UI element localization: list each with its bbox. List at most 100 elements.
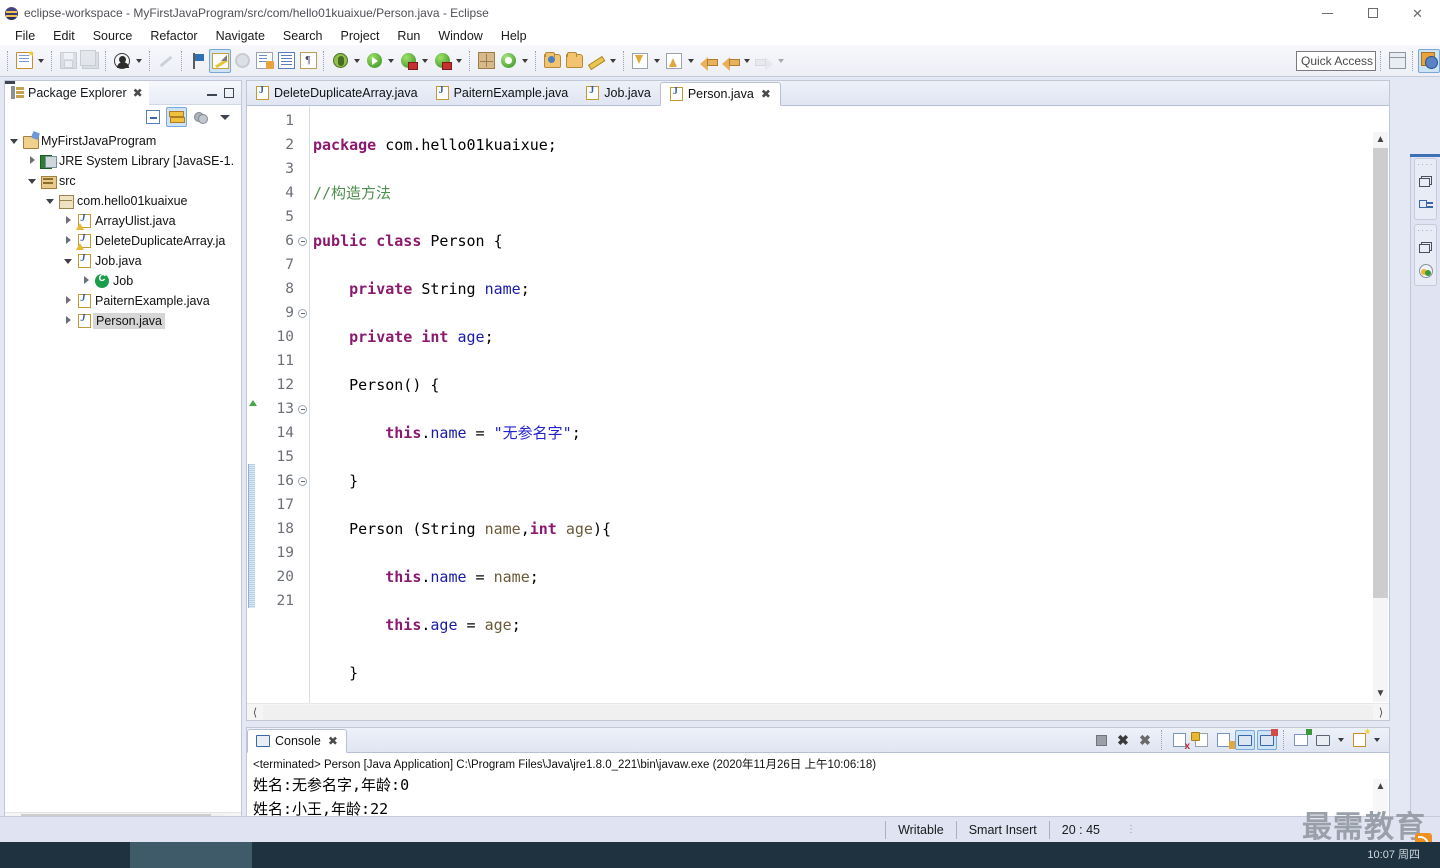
source-code[interactable]: package com.hello01kuaixue; //构造方法 publi…: [309, 109, 1389, 720]
tree-item-deleteduplicatearray[interactable]: DeleteDuplicateArray.ja: [5, 231, 241, 251]
terminate-button[interactable]: [1091, 730, 1111, 750]
external-tools-dropdown[interactable]: [607, 49, 619, 73]
tree-item-package[interactable]: com.hello01kuaixue: [5, 191, 241, 211]
quick-access-input[interactable]: Quick Access: [1296, 50, 1376, 71]
drag-handle[interactable]: ····: [1415, 227, 1436, 235]
fold-toggle-line-16[interactable]: [296, 469, 309, 493]
save-button[interactable]: [57, 49, 79, 73]
menu-project[interactable]: Project: [332, 27, 389, 45]
previous-edit-button[interactable]: [697, 49, 719, 73]
code-line-10[interactable]: this.name = name;: [313, 565, 1389, 589]
person-dropdown[interactable]: [133, 49, 145, 73]
code-line-1[interactable]: package com.hello01kuaixue;: [313, 133, 1389, 157]
code-line-7[interactable]: this.name = "无参名字";: [313, 421, 1389, 445]
tree-item-jre-library[interactable]: JRE System Library [JavaSE-1.: [5, 151, 241, 171]
debug-button[interactable]: [329, 49, 351, 73]
run-button[interactable]: [363, 49, 385, 73]
show-console-on-output-button[interactable]: [1235, 730, 1255, 750]
menu-source[interactable]: Source: [84, 27, 142, 45]
back-dropdown[interactable]: [741, 49, 753, 73]
display-console-dropdown[interactable]: [1335, 728, 1347, 752]
minimize-view-icon[interactable]: [207, 88, 217, 98]
tree-item-person-java[interactable]: Person.java: [5, 311, 241, 331]
tab-package-explorer[interactable]: Package Explorer ✖: [5, 80, 149, 105]
new-java-package-button[interactable]: [475, 49, 497, 73]
fold-toggle-line-13[interactable]: [296, 397, 309, 421]
code-line-12[interactable]: }: [313, 661, 1389, 685]
run-history-dropdown[interactable]: [419, 49, 431, 73]
tab-paiternexample-java[interactable]: PaiternExample.java: [427, 81, 578, 105]
show-console-on-error-button[interactable]: [1257, 730, 1277, 750]
debug-dropdown[interactable]: [351, 49, 363, 73]
folding-ruler[interactable]: [296, 106, 309, 720]
twisty-down-icon[interactable]: [7, 136, 21, 147]
person-icon-button[interactable]: [111, 49, 133, 73]
close-icon[interactable]: ✖: [133, 86, 143, 100]
open-console-button[interactable]: [1349, 730, 1369, 750]
java-perspective-button[interactable]: [1418, 48, 1440, 73]
menu-file[interactable]: File: [6, 27, 44, 45]
twisty-down-icon[interactable]: [61, 256, 75, 267]
twisty-right-icon[interactable]: [79, 275, 93, 287]
code-area[interactable]: package com.hello01kuaixue; //构造方法 publi…: [309, 106, 1389, 720]
scroll-left-icon[interactable]: ⟨: [247, 706, 263, 719]
coverage-dropdown[interactable]: [453, 49, 465, 73]
clear-console-button[interactable]: [1169, 730, 1189, 750]
maximize-button[interactable]: [1350, 0, 1395, 26]
palette-view-button[interactable]: [1415, 259, 1436, 283]
scroll-right-icon[interactable]: ⟩: [1373, 706, 1389, 719]
annotation-ruler[interactable]: [247, 106, 262, 720]
tree-item-src[interactable]: src: [5, 171, 241, 191]
scroll-lock-button[interactable]: [1191, 730, 1211, 750]
restore-view-button[interactable]: [1415, 169, 1436, 193]
new-wizard-dropdown[interactable]: [35, 49, 47, 73]
display-selected-console-button[interactable]: [1313, 730, 1333, 750]
twisty-right-icon[interactable]: [61, 315, 75, 327]
code-line-9[interactable]: Person (String name,int age){: [313, 517, 1389, 541]
link-with-editor-button[interactable]: [166, 107, 187, 127]
scroll-up-icon[interactable]: ▲: [1373, 132, 1388, 148]
import-button[interactable]: [629, 49, 651, 73]
twisty-right-icon[interactable]: [61, 235, 75, 247]
export-dropdown[interactable]: [685, 49, 697, 73]
open-external-doc-button[interactable]: [253, 49, 275, 73]
remove-launch-button[interactable]: ✖: [1113, 730, 1133, 750]
status-resize-grip[interactable]: ⋮: [1112, 824, 1150, 835]
open-perspective-button[interactable]: [1386, 49, 1408, 73]
show-whitespace-button[interactable]: [275, 49, 297, 73]
code-line-4[interactable]: private String name;: [313, 277, 1389, 301]
new-wizard-button[interactable]: [13, 49, 35, 73]
outline-view-button[interactable]: [1415, 193, 1436, 217]
code-line-6[interactable]: Person() {: [313, 373, 1389, 397]
twisty-down-icon[interactable]: [25, 176, 39, 187]
open-type-button[interactable]: [497, 49, 519, 73]
code-line-11[interactable]: this.age = age;: [313, 613, 1389, 637]
maximize-view-icon[interactable]: [224, 87, 234, 98]
fold-toggle-line-9[interactable]: [296, 301, 309, 325]
next-annotation-button[interactable]: [187, 49, 209, 73]
tree-item-project[interactable]: MyFirstJavaProgram: [5, 131, 241, 151]
pilcrow-button[interactable]: ¶: [297, 49, 319, 73]
restore-view-button[interactable]: [1415, 235, 1436, 259]
menu-help[interactable]: Help: [492, 27, 536, 45]
scroll-track[interactable]: [263, 704, 1373, 720]
drag-handle[interactable]: ····: [1415, 161, 1436, 169]
tree-item-job-java[interactable]: Job.java: [5, 251, 241, 271]
pin-console-button[interactable]: [1291, 730, 1311, 750]
twisty-right-icon[interactable]: [61, 215, 75, 227]
open-type-dropdown[interactable]: [519, 49, 531, 73]
forward-button[interactable]: [753, 49, 775, 73]
focus-on-active-task-button[interactable]: [190, 107, 211, 127]
twisty-right-icon[interactable]: [61, 295, 75, 307]
coverage-button[interactable]: [431, 49, 453, 73]
toggle-java-editor-brush-button[interactable]: [209, 48, 231, 73]
external-tools-button[interactable]: [585, 49, 607, 73]
tree-item-job-class[interactable]: Job: [5, 271, 241, 291]
editor-vertical-scrollbar[interactable]: ▲ ▼: [1373, 132, 1388, 702]
open-folder-button[interactable]: [563, 49, 585, 73]
open-console-dropdown[interactable]: [1371, 728, 1383, 752]
menu-edit[interactable]: Edit: [44, 27, 84, 45]
skip-breakpoints-button[interactable]: [231, 49, 253, 73]
scroll-up-icon[interactable]: ▲: [1373, 779, 1388, 795]
tree-item-paiternexample[interactable]: PaiternExample.java: [5, 291, 241, 311]
